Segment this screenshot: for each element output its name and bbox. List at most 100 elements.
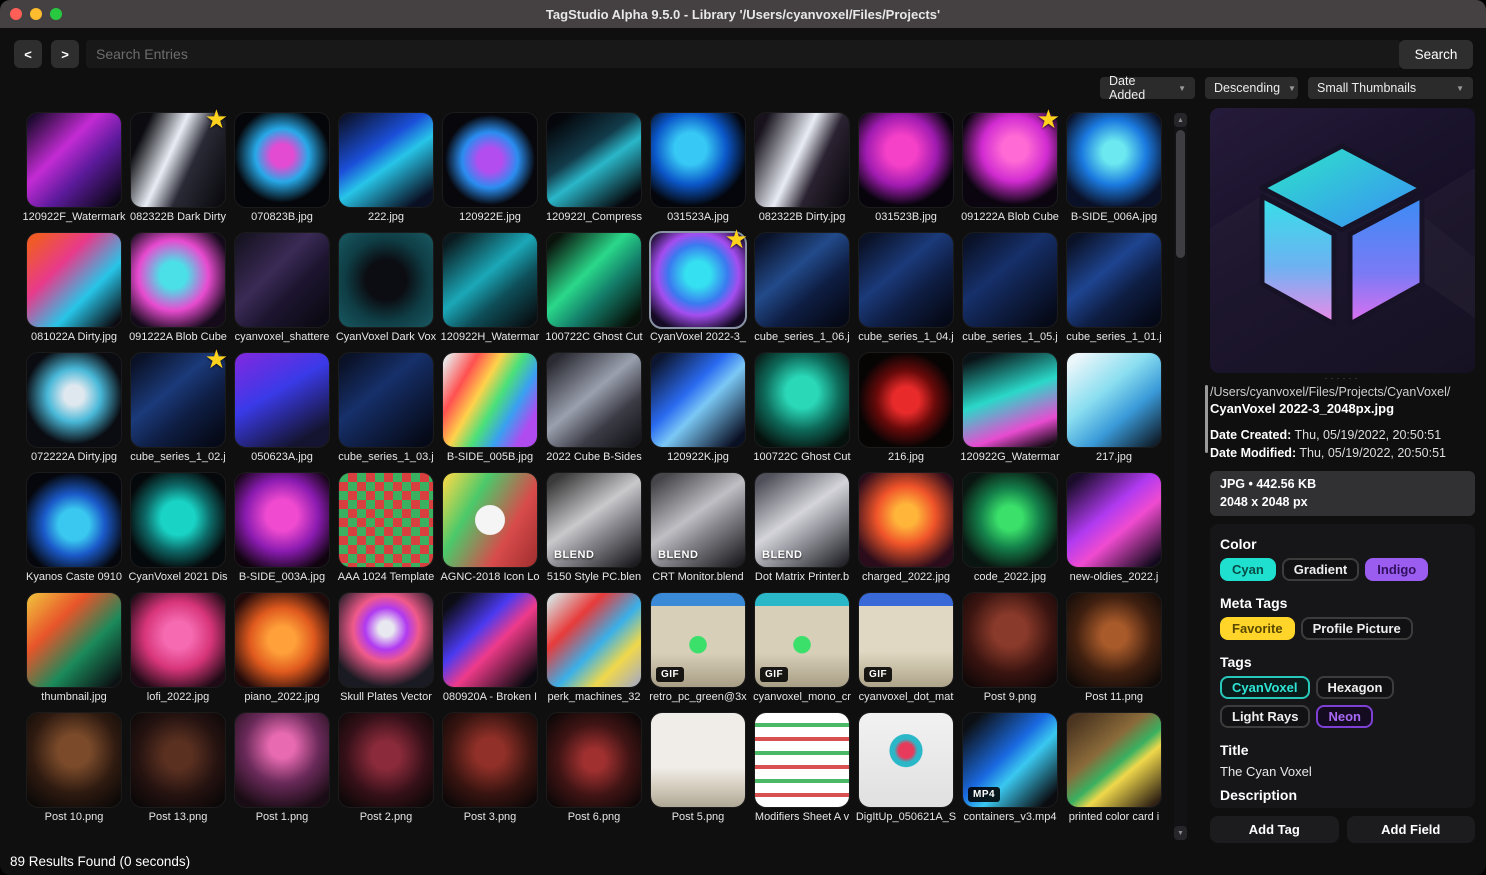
thumbnail-image[interactable] (339, 593, 433, 687)
thumbnail-image[interactable] (235, 593, 329, 687)
tag-profile-picture[interactable]: Profile Picture (1301, 617, 1413, 640)
thumbnail-image[interactable] (651, 713, 745, 807)
thumbnail-image[interactable]: GIF (755, 593, 849, 687)
thumbnail-image[interactable] (651, 113, 745, 207)
thumbnail-image[interactable] (755, 113, 849, 207)
sort-order-dropdown[interactable]: Descending ▼ (1205, 77, 1298, 99)
thumbnail-image[interactable] (339, 713, 433, 807)
thumbnail-image[interactable] (235, 473, 329, 567)
panel-resize-handle[interactable]: ······ (1210, 373, 1475, 385)
thumbnail-image[interactable] (1067, 473, 1161, 567)
thumbnail-image[interactable]: BLEND (755, 473, 849, 567)
thumbnail-image[interactable] (1067, 113, 1161, 207)
search-input[interactable] (86, 40, 1401, 68)
thumbnail-image[interactable] (963, 593, 1057, 687)
grid-item: 120922K.jpg (646, 353, 750, 465)
thumbnail-image[interactable] (859, 353, 953, 447)
thumbnail-image[interactable] (339, 473, 433, 567)
thumbnail-image[interactable] (339, 353, 433, 447)
thumbnail-image[interactable] (859, 113, 953, 207)
thumbnail-image[interactable] (27, 593, 121, 687)
thumbnail-image[interactable] (235, 713, 329, 807)
tag-neon[interactable]: Neon (1316, 705, 1373, 728)
thumbnail-image[interactable]: ★ (131, 113, 225, 207)
thumbnail-image[interactable] (651, 353, 745, 447)
thumbnail-image[interactable] (1067, 353, 1161, 447)
thumbnail-image[interactable] (859, 713, 953, 807)
zoom-window-icon[interactable] (50, 8, 62, 20)
thumbnail-image[interactable] (963, 233, 1057, 327)
thumbnail-image[interactable] (27, 713, 121, 807)
tag-light-rays[interactable]: Light Rays (1220, 705, 1310, 728)
thumbnail-image[interactable]: MP4 (963, 713, 1057, 807)
thumbnail-image[interactable] (547, 593, 641, 687)
close-window-icon[interactable] (10, 8, 22, 20)
grid-scrollbar[interactable]: ▲ ▼ (1174, 113, 1187, 840)
thumbnail-image[interactable] (27, 113, 121, 207)
thumbnail-grid: 120922F_Watermark★082322B Dark Dirty0708… (22, 113, 1166, 825)
thumbnail-image[interactable] (443, 713, 537, 807)
thumbnail-image[interactable] (755, 353, 849, 447)
thumbnail-image[interactable] (547, 713, 641, 807)
add-tag-button[interactable]: Add Tag (1210, 816, 1339, 843)
thumbnail-image[interactable] (339, 113, 433, 207)
grid-item: thumbnail.jpg (22, 593, 126, 705)
scroll-down-icon[interactable]: ▼ (1174, 826, 1187, 840)
thumbnail-image[interactable] (755, 233, 849, 327)
thumbnail-image[interactable]: GIF (651, 593, 745, 687)
thumbnail-image[interactable] (443, 473, 537, 567)
thumbnail-image[interactable] (755, 713, 849, 807)
thumbnail-image[interactable] (547, 353, 641, 447)
thumbnail-image[interactable]: GIF (859, 593, 953, 687)
sort-field-dropdown[interactable]: Date Added ▼ (1100, 77, 1195, 99)
thumbnail-image[interactable] (27, 233, 121, 327)
search-button[interactable]: Search (1399, 40, 1473, 69)
thumbnail-image[interactable]: ★ (651, 233, 745, 327)
tag-gradient[interactable]: Gradient (1282, 558, 1359, 581)
grid-item: 100722C Ghost Cut (750, 353, 854, 465)
thumbnail-image[interactable] (963, 353, 1057, 447)
thumbnail-image[interactable] (859, 233, 953, 327)
thumbnail-image[interactable] (1067, 233, 1161, 327)
thumbnail-size-dropdown[interactable]: Small Thumbnails ▼ (1308, 77, 1473, 99)
thumbnail-image[interactable] (131, 233, 225, 327)
thumbnail-image[interactable] (443, 233, 537, 327)
thumbnail-image[interactable] (27, 473, 121, 567)
thumbnail-image[interactable] (27, 353, 121, 447)
scroll-up-icon[interactable]: ▲ (1174, 113, 1187, 127)
thumbnail-image[interactable]: ★ (963, 113, 1057, 207)
tag-favorite[interactable]: Favorite (1220, 617, 1295, 640)
thumbnail-image[interactable] (131, 593, 225, 687)
thumbnail-image[interactable]: ★ (131, 353, 225, 447)
thumbnail-image[interactable] (235, 233, 329, 327)
preview-image[interactable] (1210, 108, 1475, 373)
thumbnail-image[interactable] (339, 233, 433, 327)
add-field-button[interactable]: Add Field (1347, 816, 1476, 843)
thumbnail-image[interactable] (443, 593, 537, 687)
thumbnail-image[interactable] (547, 113, 641, 207)
fields-box: ColorCyanGradientIndigoMeta TagsFavorite… (1210, 524, 1475, 808)
thumbnail-image[interactable] (443, 353, 537, 447)
forward-button[interactable]: > (51, 40, 79, 68)
back-button[interactable]: < (14, 40, 42, 68)
tag-hexagon[interactable]: Hexagon (1316, 676, 1395, 699)
thumbnail-image[interactable] (131, 713, 225, 807)
thumbnail-image[interactable]: BLEND (651, 473, 745, 567)
thumbnail-image[interactable]: BLEND (547, 473, 641, 567)
thumbnail-image[interactable] (547, 233, 641, 327)
thumbnail-image[interactable] (235, 113, 329, 207)
tag-cyanvoxel[interactable]: CyanVoxel (1220, 676, 1310, 699)
thumbnail-image[interactable] (1067, 593, 1161, 687)
thumbnail-image[interactable] (963, 473, 1057, 567)
tag-indigo[interactable]: Indigo (1365, 558, 1428, 581)
minimize-window-icon[interactable] (30, 8, 42, 20)
thumbnail-image[interactable] (859, 473, 953, 567)
panel-scrollbar-thumb[interactable] (1205, 385, 1208, 453)
grid-item: piano_2022.jpg (230, 593, 334, 705)
thumbnail-image[interactable] (235, 353, 329, 447)
thumbnail-image[interactable] (131, 473, 225, 567)
thumbnail-image[interactable] (1067, 713, 1161, 807)
thumbnail-image[interactable] (443, 113, 537, 207)
tag-cyan[interactable]: Cyan (1220, 558, 1276, 581)
scrollbar-thumb[interactable] (1176, 130, 1185, 258)
